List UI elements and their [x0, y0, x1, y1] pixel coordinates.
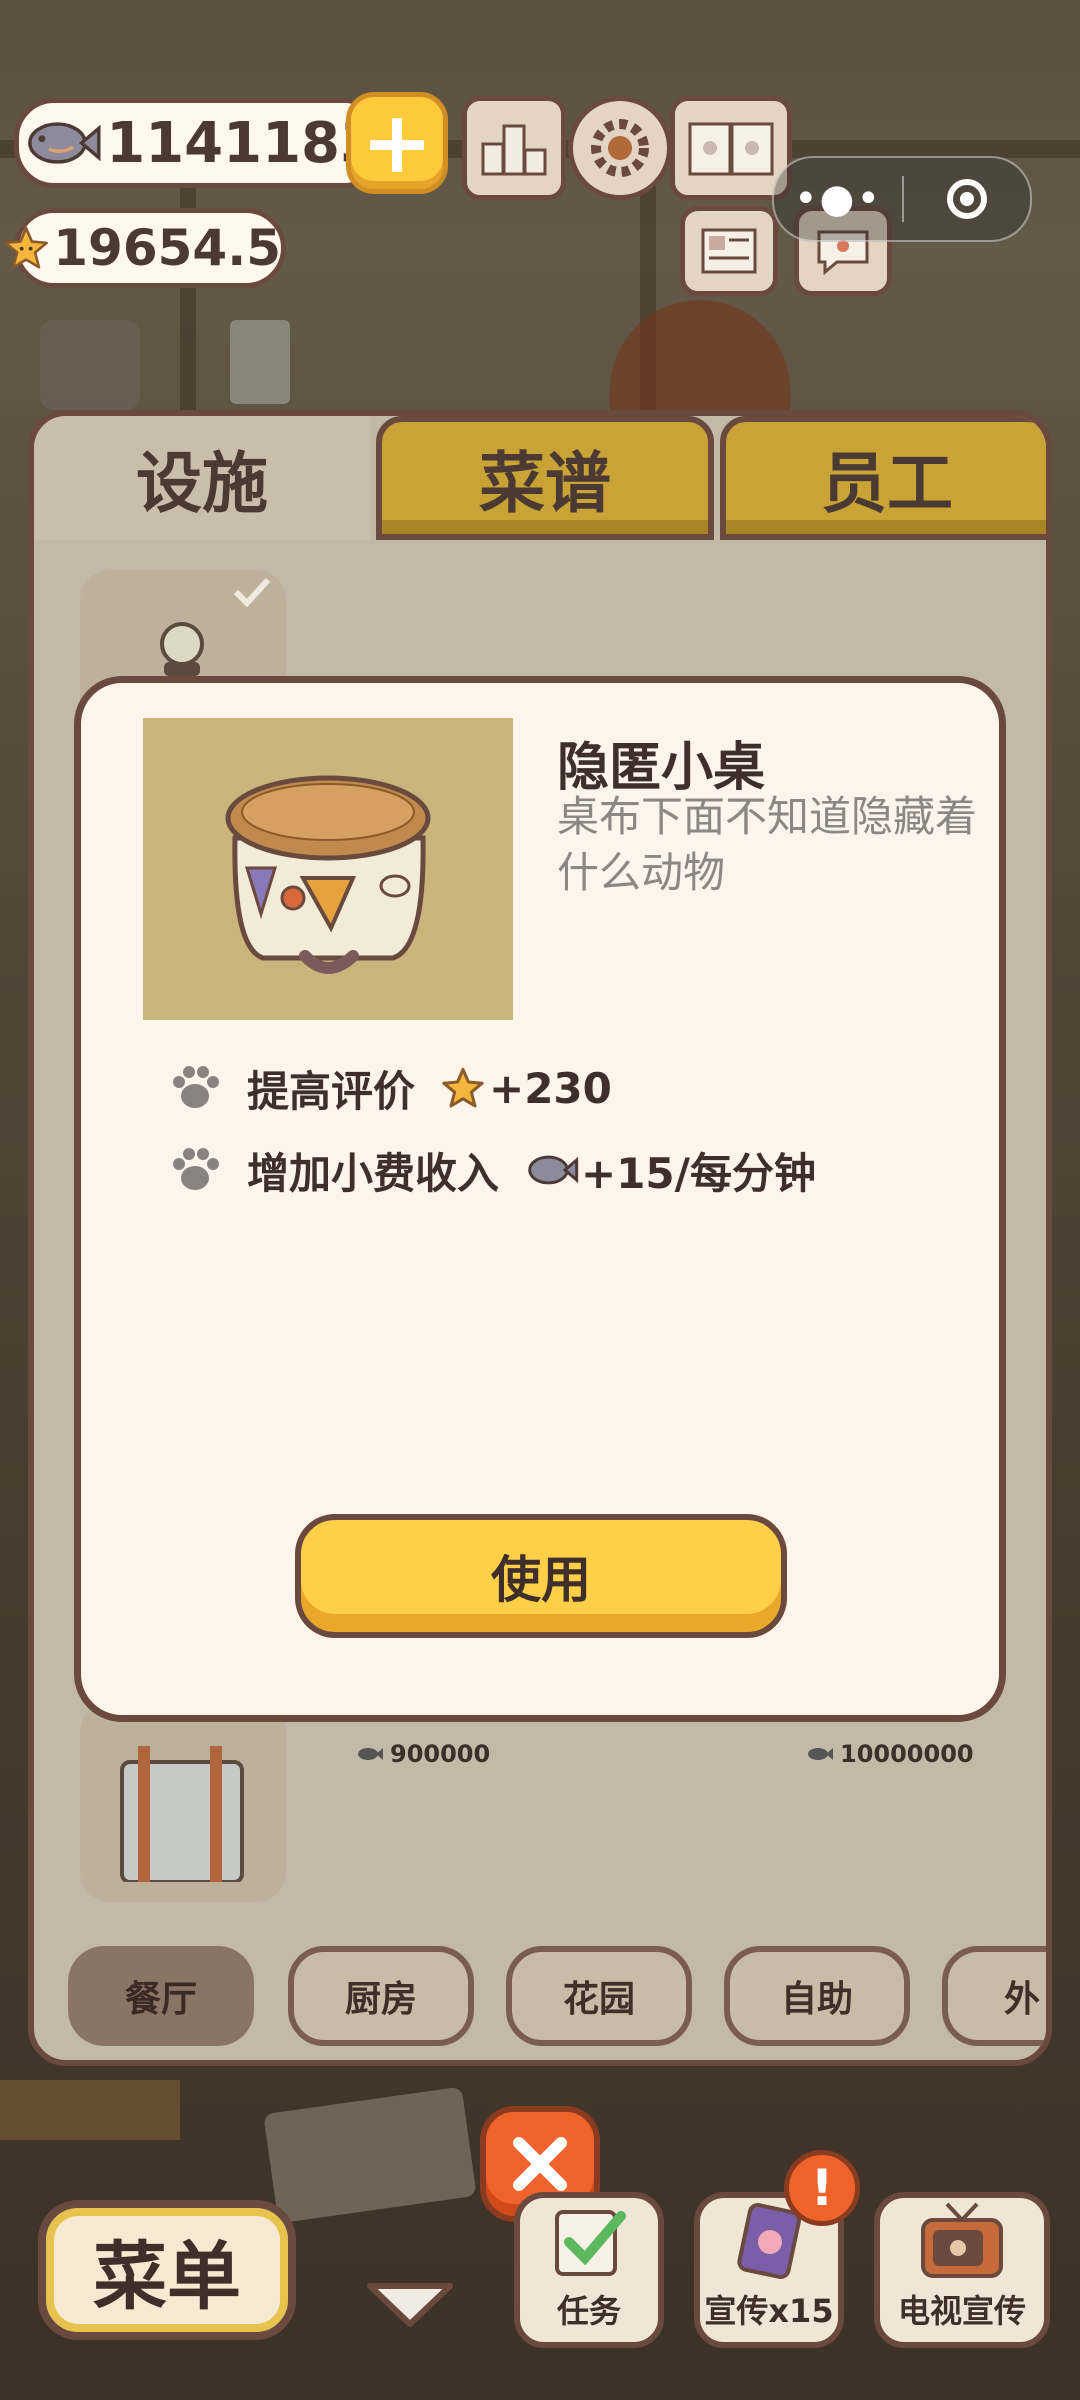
effect-value-text: +15/每分钟 [581, 1148, 816, 1198]
tab-recipes[interactable]: 菜谱 [376, 416, 714, 540]
paw-icon [173, 1148, 219, 1190]
star-count: 19654.5 [53, 219, 281, 277]
category-buffet[interactable]: 自助 [724, 1946, 910, 2046]
effect-label: 提高评价 [247, 1066, 416, 1116]
tab-facilities[interactable]: 设施 [34, 416, 370, 540]
chevron-down-icon[interactable] [364, 2276, 456, 2332]
close-miniprogram-icon[interactable] [904, 179, 1030, 219]
paw-icon [173, 1066, 219, 1108]
ranking-icon[interactable] [462, 96, 566, 200]
item-image [143, 718, 513, 1020]
tv-promotion-label: 电视宣传 [897, 2292, 1026, 2330]
fish-icon [808, 1748, 833, 1760]
category-clip: 外 [942, 1946, 1046, 2046]
fish-icon [528, 1155, 579, 1185]
use-button[interactable]: 使用 [295, 1514, 787, 1638]
category-label: 自助 [780, 1979, 853, 2020]
category-label: 外 [1004, 1979, 1041, 2020]
category-restaurant[interactable]: 餐厅 [68, 1946, 254, 2046]
fish-count: 1141183 [106, 110, 379, 176]
menu-label: 菜单 [93, 2233, 241, 2320]
price-value: 10000000 [840, 1740, 974, 1768]
price-value: 900000 [390, 1740, 491, 1768]
hidden-table-icon [225, 775, 431, 974]
plus-icon: + [360, 93, 434, 193]
item-detail-dialog: 隐匿小桌 桌布下面不知道隐藏着什么动物 提高评价 +230 增加小费收入 +15… [74, 676, 1006, 1722]
cabinet-item-icon [120, 1746, 244, 1882]
category-label: 厨房 [344, 1979, 417, 2020]
category-label: 花园 [562, 1979, 635, 2020]
effect-row: 提高评价 +230 [167, 1053, 612, 1123]
fish-currency-display: 1141183 [14, 98, 384, 188]
alert-mark: ! [810, 2159, 834, 2217]
effect-value-text: +230 [489, 1063, 612, 1113]
close-icon [513, 2137, 567, 2191]
tab-staff[interactable]: 员工 [720, 416, 1046, 540]
tasks-button[interactable]: 任务 [514, 2192, 664, 2348]
promotion-label: 宣传x15 [704, 2292, 834, 2330]
item-description: 桌布下面不知道隐藏着什么动物 [557, 792, 978, 897]
price-label: 10000000 [806, 1740, 974, 1768]
newspaper-icon[interactable] [680, 206, 778, 296]
tv-icon [921, 2202, 1003, 2278]
star-icon [4, 226, 48, 269]
facility-card[interactable] [80, 1702, 286, 1902]
tasks-label: 任务 [556, 2292, 621, 2330]
miniprogram-capsule: •●• [772, 156, 1032, 242]
fish-icon [358, 1748, 383, 1760]
star-rating-display: 19654.5 [4, 208, 286, 288]
price-label: 900000 [356, 1740, 490, 1768]
menu-button[interactable]: 菜单 [38, 2200, 296, 2340]
task-check-icon [555, 2210, 626, 2276]
add-currency-button[interactable]: + [346, 92, 448, 194]
use-button-label: 使用 [491, 1551, 591, 1609]
tab-label: 员工 [821, 445, 953, 522]
checkmark-icon [233, 577, 271, 608]
tab-label: 设施 [136, 445, 268, 522]
effect-value: +230 [441, 1064, 612, 1113]
alert-badge: ! [784, 2150, 860, 2226]
tab-label: 菜谱 [479, 445, 611, 522]
effect-row: 增加小费收入 +15/每分钟 [167, 1135, 816, 1205]
settings-gear-icon[interactable] [568, 96, 672, 200]
category-kitchen[interactable]: 厨房 [288, 1946, 474, 2046]
fish-icon [28, 122, 101, 164]
effect-label: 增加小费收入 [247, 1148, 500, 1198]
category-label: 餐厅 [124, 1979, 197, 2020]
effect-value: +15/每分钟 [525, 1140, 816, 1201]
category-garden[interactable]: 花园 [506, 1946, 692, 2046]
star-icon [442, 1067, 484, 1108]
more-menu-icon[interactable]: •●• [774, 176, 902, 222]
tv-promotion-button[interactable]: 电视宣传 [874, 2192, 1050, 2348]
category-outside[interactable]: 外 [942, 1946, 1046, 2046]
